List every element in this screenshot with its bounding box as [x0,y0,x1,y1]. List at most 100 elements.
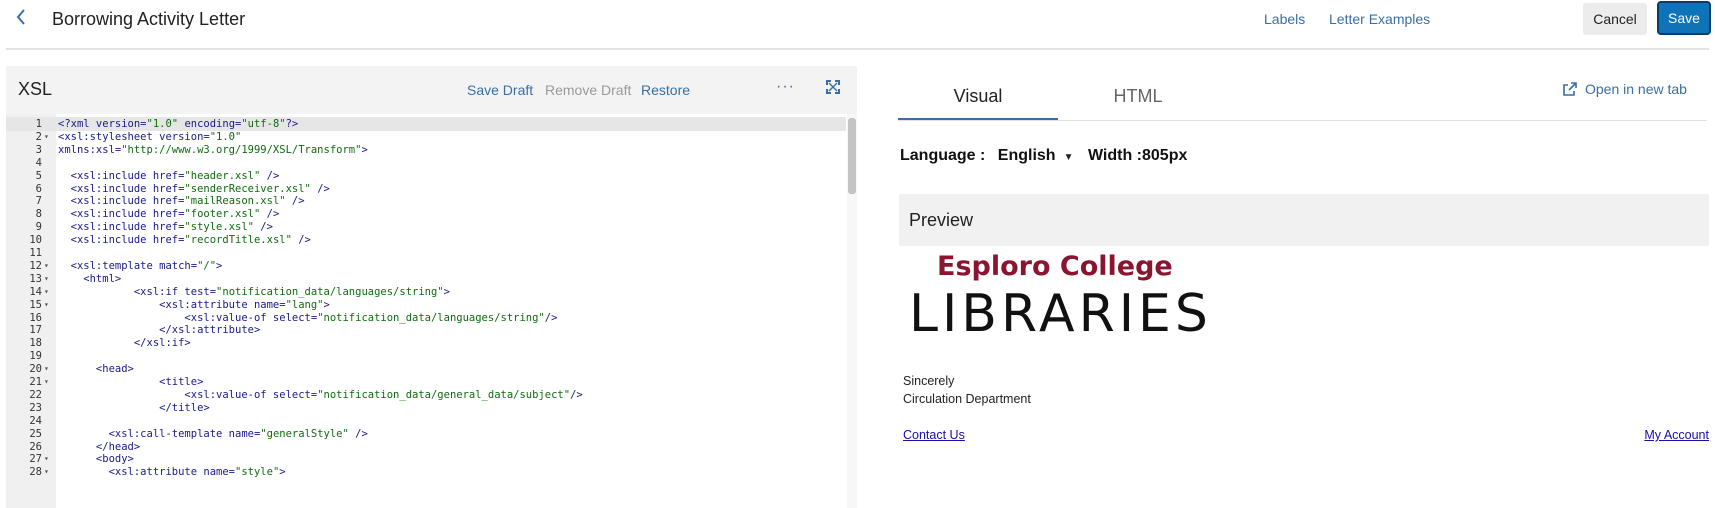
code-text: <xsl:include href="senderReceiver.xsl" /… [58,182,330,195]
fold-toggle-icon[interactable]: ▾ [44,272,54,286]
save-draft-button[interactable]: Save Draft [467,82,533,98]
editor-scrollbar[interactable] [847,114,857,508]
fold-toggle-icon[interactable]: ▾ [44,298,54,312]
code-text: <xsl:template match="/"> [58,259,223,272]
code-line[interactable]: 24 [6,414,846,428]
preview-header: Preview [899,194,1709,246]
language-label: Language : [900,147,986,164]
code-text: <xsl:include href="style.xsl" /> [58,221,273,234]
code-text: <title> [58,376,204,388]
line-number: 3 [35,143,42,156]
line-number: 11 [29,247,42,259]
line-number: 19 [29,350,42,363]
save-button[interactable]: Save [1657,1,1711,35]
line-number: 21 [29,376,42,388]
code-line[interactable]: 19 [6,349,846,363]
code-text: </head> [58,440,141,453]
line-number: 12 [29,259,42,272]
code-line[interactable]: 13 ▾ <html> [6,272,846,286]
tab-html[interactable]: HTML [1058,86,1218,107]
code-editor[interactable]: 1 <?xml version="1.0" encoding="utf-8"?> 2… [6,114,857,508]
code-line[interactable]: 4 [6,156,846,170]
signature-sincerely: Sincerely [903,374,955,388]
line-number: 2 [35,130,42,143]
line-number: 23 [29,401,42,414]
code-text: <xsl:if test="notification_data/language… [58,285,450,298]
header-divider [6,48,1709,50]
fold-toggle-icon[interactable]: ▾ [44,452,54,466]
language-select[interactable]: English ▼ [998,147,1084,165]
code-text: <xsl:include href="mailReason.xsl" /> [58,195,305,208]
line-number: 4 [35,156,42,169]
code-line[interactable]: 14 ▾ <xsl:if test="notification_data/lang… [6,285,846,299]
code-line[interactable]: 11 [6,246,846,260]
code-line[interactable]: 7 <xsl:include href="mailReason.xsl" /> [6,194,846,208]
code-line[interactable]: 12 ▾ <xsl:template match="/"> [6,259,846,273]
top-bar: Borrowing Activity Letter Labels Letter … [0,0,1715,44]
code-text: <head> [58,363,134,376]
code-line[interactable]: 28 ▾ <xsl:attribute name="style"> [6,465,846,479]
fold-toggle-icon[interactable]: ▾ [44,130,54,144]
restore-button[interactable]: Restore [641,82,690,98]
code-line[interactable]: 25 <xsl:call-template name="generalStyle… [6,427,846,441]
code-line[interactable]: 3 xmlns:xsl="http://www.w3.org/1999/XSL/T… [6,143,846,157]
fold-toggle-icon[interactable]: ▾ [44,375,54,389]
line-number: 20 [29,363,42,376]
xsl-editor-panel: XSL Save Draft Remove Draft Restore ··· … [6,66,857,508]
code-line[interactable]: 9 <xsl:include href="style.xsl" /> [6,220,846,234]
code-line[interactable]: 22 <xsl:value-of select="notification_da… [6,388,846,402]
fold-toggle-icon[interactable]: ▾ [44,285,54,299]
open-in-new-tab-label: Open in new tab [1585,81,1687,97]
fold-toggle-icon[interactable]: ▾ [44,362,54,376]
scrollbar-thumb[interactable] [848,118,856,194]
code-line[interactable]: 1 <?xml version="1.0" encoding="utf-8"?> [6,117,846,131]
code-line[interactable]: 2 ▾ <xsl:stylesheet version="1.0" [6,130,846,144]
fold-toggle-icon[interactable]: ▾ [44,259,54,273]
code-line[interactable]: 15 ▾ <xsl:attribute name="lang"> [6,298,846,312]
code-text: <xsl:value-of select="notification_data/… [58,388,583,401]
code-line[interactable]: 23 </title> [6,401,846,415]
more-options-icon[interactable]: ··· [776,78,795,96]
tab-visual[interactable]: Visual [898,86,1058,107]
code-line[interactable]: 26 </head> [6,440,846,454]
code-line[interactable]: 5 <xsl:include href="header.xsl" /> [6,169,846,183]
code-text: xmlns:xsl="http://www.w3.org/1999/XSL/Tr… [58,143,368,156]
code-text: <xsl:call-template name="generalStyle" /… [58,427,368,440]
code-line[interactable]: 18 </xsl:if> [6,336,846,350]
letter-preview: Esploro College LIBRARIES Sincerely Circ… [899,246,1709,508]
code-text: <xsl:include href="header.xsl" /> [58,169,280,182]
code-line[interactable]: 16 <xsl:value-of select="notification_da… [6,311,846,325]
code-line[interactable]: 17 </xsl:attribute> [6,323,846,337]
my-account-link[interactable]: My Account [1644,428,1709,442]
active-tab-indicator [898,118,1058,120]
line-number: 27 [29,453,42,466]
letter-examples-link[interactable]: Letter Examples [1329,11,1430,27]
language-row: Language : English ▼ Width :805px [900,147,1187,165]
chevron-left-icon[interactable] [14,6,30,32]
code-line[interactable]: 27 ▾ <body> [6,452,846,466]
code-line[interactable]: 10 <xsl:include href="recordTitle.xsl" /… [6,233,846,247]
code-line[interactable]: 6 <xsl:include href="senderReceiver.xsl"… [6,182,846,196]
code-line[interactable]: 20 ▾ <head> [6,362,846,376]
fold-toggle-icon[interactable]: ▾ [44,465,54,479]
code-text: <xsl:attribute name="lang"> [58,298,330,311]
code-text: <html> [58,272,122,285]
open-in-new-tab-link[interactable]: Open in new tab [1563,81,1687,97]
line-number: 28 [29,466,42,479]
width-label: Width :805px [1087,147,1188,164]
code-line[interactable]: 21 ▾ <title> [6,375,846,389]
line-number: 1 [35,118,42,130]
contact-us-link[interactable]: Contact Us [903,428,965,442]
cancel-button[interactable]: Cancel [1583,3,1647,35]
code-text: </title> [58,401,210,414]
line-number: 14 [29,285,42,298]
expand-icon[interactable] [826,80,842,96]
remove-draft-button[interactable]: Remove Draft [545,82,631,98]
preview-title: Preview [909,210,974,230]
line-number: 17 [29,324,42,337]
line-number: 18 [29,337,42,350]
labels-link[interactable]: Labels [1264,11,1305,27]
code-text: <xsl:value-of select="notification_data/… [58,311,558,324]
code-line[interactable]: 8 <xsl:include href="footer.xsl" /> [6,207,846,221]
caret-down-icon: ▼ [1063,152,1074,163]
